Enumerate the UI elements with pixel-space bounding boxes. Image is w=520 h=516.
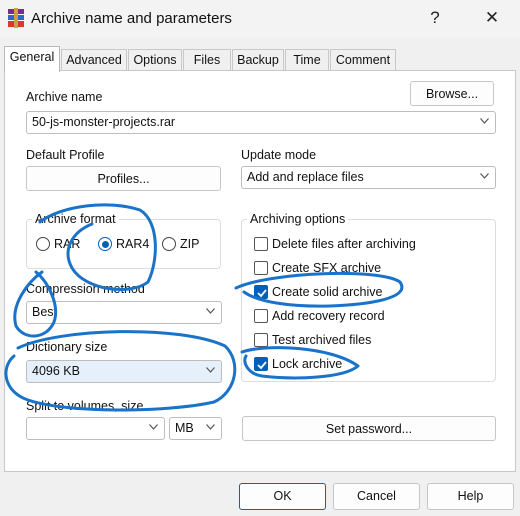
profiles-button[interactable]: Profiles... (26, 166, 221, 191)
checkbox-recovery-record[interactable] (254, 309, 268, 323)
radio-rar4[interactable] (98, 237, 112, 251)
set-password-button[interactable]: Set password... (242, 416, 496, 441)
radio-rar4-label[interactable]: RAR4 (116, 237, 149, 251)
compression-method-select[interactable]: Best (26, 301, 222, 324)
chevron-down-icon[interactable] (480, 173, 489, 179)
title-bar: Archive name and parameters ? ✕ (0, 0, 520, 38)
ok-button[interactable]: OK (239, 483, 326, 510)
split-unit-select[interactable]: MB (169, 417, 222, 440)
update-mode-label: Update mode (241, 148, 317, 162)
chevron-down-icon[interactable] (206, 424, 215, 430)
chevron-down-icon[interactable] (149, 424, 158, 430)
tab-comment[interactable]: Comment (330, 49, 396, 71)
checkbox-create-sfx-label[interactable]: Create SFX archive (272, 261, 381, 275)
update-mode-select[interactable]: Add and replace files (241, 166, 496, 189)
checkbox-delete-files[interactable] (254, 237, 268, 251)
default-profile-label: Default Profile (26, 148, 105, 162)
chevron-down-icon[interactable] (206, 367, 215, 373)
radio-rar[interactable] (36, 237, 50, 251)
archive-name-value: 50-js-monster-projects.rar (32, 115, 176, 129)
winrar-app-icon (8, 8, 24, 28)
split-volumes-label: Split to volumes, size (26, 399, 144, 413)
cancel-button[interactable]: Cancel (333, 483, 420, 510)
split-volumes-input[interactable] (26, 417, 165, 440)
compression-method-label: Compression method (26, 282, 145, 296)
dictionary-size-select[interactable]: 4096 KB (26, 360, 222, 383)
help-button[interactable]: Help (427, 483, 514, 510)
tab-options[interactable]: Options (128, 49, 182, 71)
archiving-options-title: Archiving options (247, 212, 349, 226)
tab-backup[interactable]: Backup (232, 49, 284, 71)
tab-advanced[interactable]: Advanced (61, 49, 127, 71)
radio-zip-label[interactable]: ZIP (180, 237, 199, 251)
checkbox-create-sfx[interactable] (254, 261, 268, 275)
tab-files[interactable]: Files (183, 49, 231, 71)
help-icon[interactable]: ? (423, 8, 447, 28)
chevron-down-icon[interactable] (206, 308, 215, 314)
split-unit-value: MB (175, 421, 194, 435)
dictionary-size-label: Dictionary size (26, 340, 108, 354)
compression-method-value: Best (32, 305, 58, 319)
close-icon[interactable]: ✕ (480, 8, 504, 28)
general-panel: Archive name Browse... 50-js-monster-pro… (4, 70, 516, 472)
window-title: Archive name and parameters (31, 10, 232, 27)
update-mode-value: Add and replace files (247, 170, 364, 184)
chevron-down-icon[interactable] (480, 118, 489, 124)
checkbox-delete-files-label[interactable]: Delete files after archiving (272, 237, 416, 251)
archive-format-title: Archive format (32, 212, 119, 226)
browse-button[interactable]: Browse... (410, 81, 494, 106)
dictionary-size-value: 4096 KB (32, 364, 80, 378)
checkbox-recovery-record-label[interactable]: Add recovery record (272, 309, 385, 323)
tab-general[interactable]: General (4, 46, 60, 72)
archive-name-input[interactable]: 50-js-monster-projects.rar (26, 111, 496, 134)
radio-zip[interactable] (162, 237, 176, 251)
checkbox-create-solid[interactable] (254, 285, 268, 299)
checkbox-test-files-label[interactable]: Test archived files (272, 333, 371, 347)
archive-name-label: Archive name (26, 90, 103, 104)
checkbox-create-solid-label[interactable]: Create solid archive (272, 285, 382, 299)
checkmark-icon (257, 361, 267, 370)
tab-time[interactable]: Time (285, 49, 329, 71)
checkbox-test-files[interactable] (254, 333, 268, 347)
checkmark-icon (257, 289, 267, 298)
checkbox-lock-archive[interactable] (254, 357, 268, 371)
radio-rar-label[interactable]: RAR (54, 237, 80, 251)
checkbox-lock-archive-label[interactable]: Lock archive (272, 357, 342, 371)
